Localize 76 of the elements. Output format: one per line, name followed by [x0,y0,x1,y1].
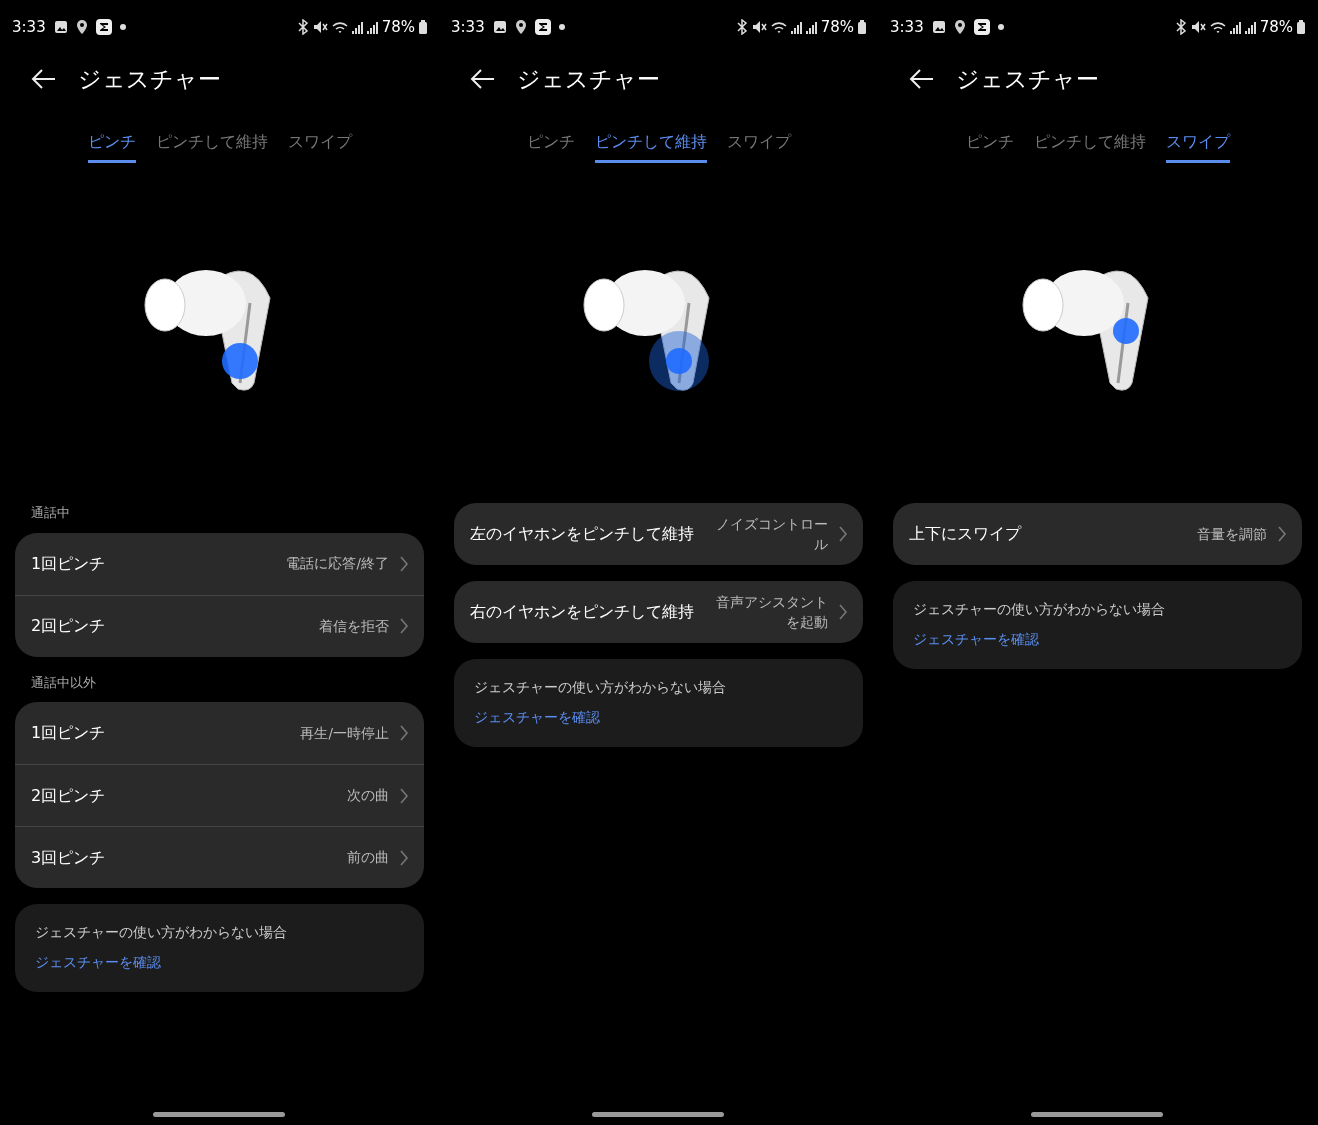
help-text: ジェスチャーの使い方がわからない場合 [35,923,288,942]
help-link[interactable]: ジェスチャーを確認 [35,954,161,971]
gallery-icon [931,20,946,34]
location-pin-icon [953,19,966,35]
battery-percent: 78% [1259,16,1293,38]
settings-row[interactable]: 2回ピンチ 着信を拒否 [15,594,424,657]
tab[interactable]: スワイプ [287,126,352,163]
signal-icon [790,20,802,34]
chevron-right-icon [838,603,848,621]
touch-point-icon [221,343,258,379]
tab[interactable]: ピンチ [87,126,136,163]
chevron-right-icon [399,786,409,805]
chevron-right-icon [838,525,848,543]
bluetooth-icon [1174,19,1187,35]
touch-point-icon [665,348,692,374]
help-link[interactable]: ジェスチャーを確認 [474,709,600,726]
sigma-icon [534,19,551,35]
signal-icon [805,20,817,34]
sigma-icon [95,19,112,35]
tab[interactable]: ピンチ [526,126,575,163]
battery-percent: 78% [820,16,854,38]
dot-icon [558,24,565,30]
location-pin-icon [75,19,88,35]
screen-title: ジェスチャー [78,64,221,94]
bluetooth-icon [296,19,309,35]
status-time: 3:33 [451,16,485,38]
touch-halo-icon [648,331,709,391]
bluetooth-icon [735,19,748,35]
chevron-right-icon [399,554,409,573]
section-header: 通話中以外 [30,673,97,692]
settings-row[interactable]: 3回ピンチ 前の曲 [15,826,424,888]
battery-icon [858,20,866,34]
chevron-right-icon [1277,525,1287,543]
battery-icon [419,20,427,34]
settings-row[interactable]: 2回ピンチ 次の曲 [15,764,424,826]
gallery-icon [53,20,68,34]
signal-icon [1229,20,1241,34]
status-time: 3:33 [890,16,924,38]
settings-row[interactable]: 1回ピンチ 電話に応答/終了 [15,532,424,595]
status-time: 3:33 [12,16,46,38]
mute-icon [312,19,328,35]
settings-row[interactable]: 上下にスワイプ 音量を調節 [893,503,1302,565]
touch-point-icon [1112,318,1139,344]
wifi-icon [770,20,787,34]
help-text: ジェスチャーの使い方がわからない場合 [913,600,1166,619]
dot-icon [119,24,126,30]
chevron-right-icon [399,724,409,742]
settings-row[interactable]: 1回ピンチ 再生/一時停止 [15,702,424,764]
tab[interactable]: スワイプ [1165,126,1230,163]
wifi-icon [331,20,348,34]
signal-icon [1244,20,1256,34]
location-pin-icon [514,19,527,35]
signal-icon [351,20,363,34]
help-link[interactable]: ジェスチャーを確認 [913,631,1039,648]
screen-title: ジェスチャー [956,64,1099,94]
tab[interactable]: ピンチして維持 [594,126,707,163]
gallery-icon [492,20,507,34]
sigma-icon [973,19,990,35]
settings-row[interactable]: 左のイヤホンをピンチして維持 ノイズコントロール [454,503,863,565]
tab[interactable]: ピンチして維持 [155,126,268,163]
tab[interactable]: ピンチして維持 [1033,126,1146,163]
battery-icon [1297,20,1305,34]
dot-icon [997,24,1004,30]
signal-icon [366,20,378,34]
settings-row[interactable]: 右のイヤホンをピンチして維持 音声アシスタントを起動 [454,581,863,643]
battery-percent: 78% [381,16,415,38]
help-text: ジェスチャーの使い方がわからない場合 [474,678,727,697]
wifi-icon [1209,20,1226,34]
mute-icon [1190,19,1206,35]
chevron-right-icon [399,617,409,635]
screen-title: ジェスチャー [517,64,660,94]
tab[interactable]: ピンチ [965,126,1014,163]
chevron-right-icon [399,848,409,867]
section-header: 通話中 [30,504,71,522]
mute-icon [751,19,767,35]
tab[interactable]: スワイプ [726,126,791,163]
